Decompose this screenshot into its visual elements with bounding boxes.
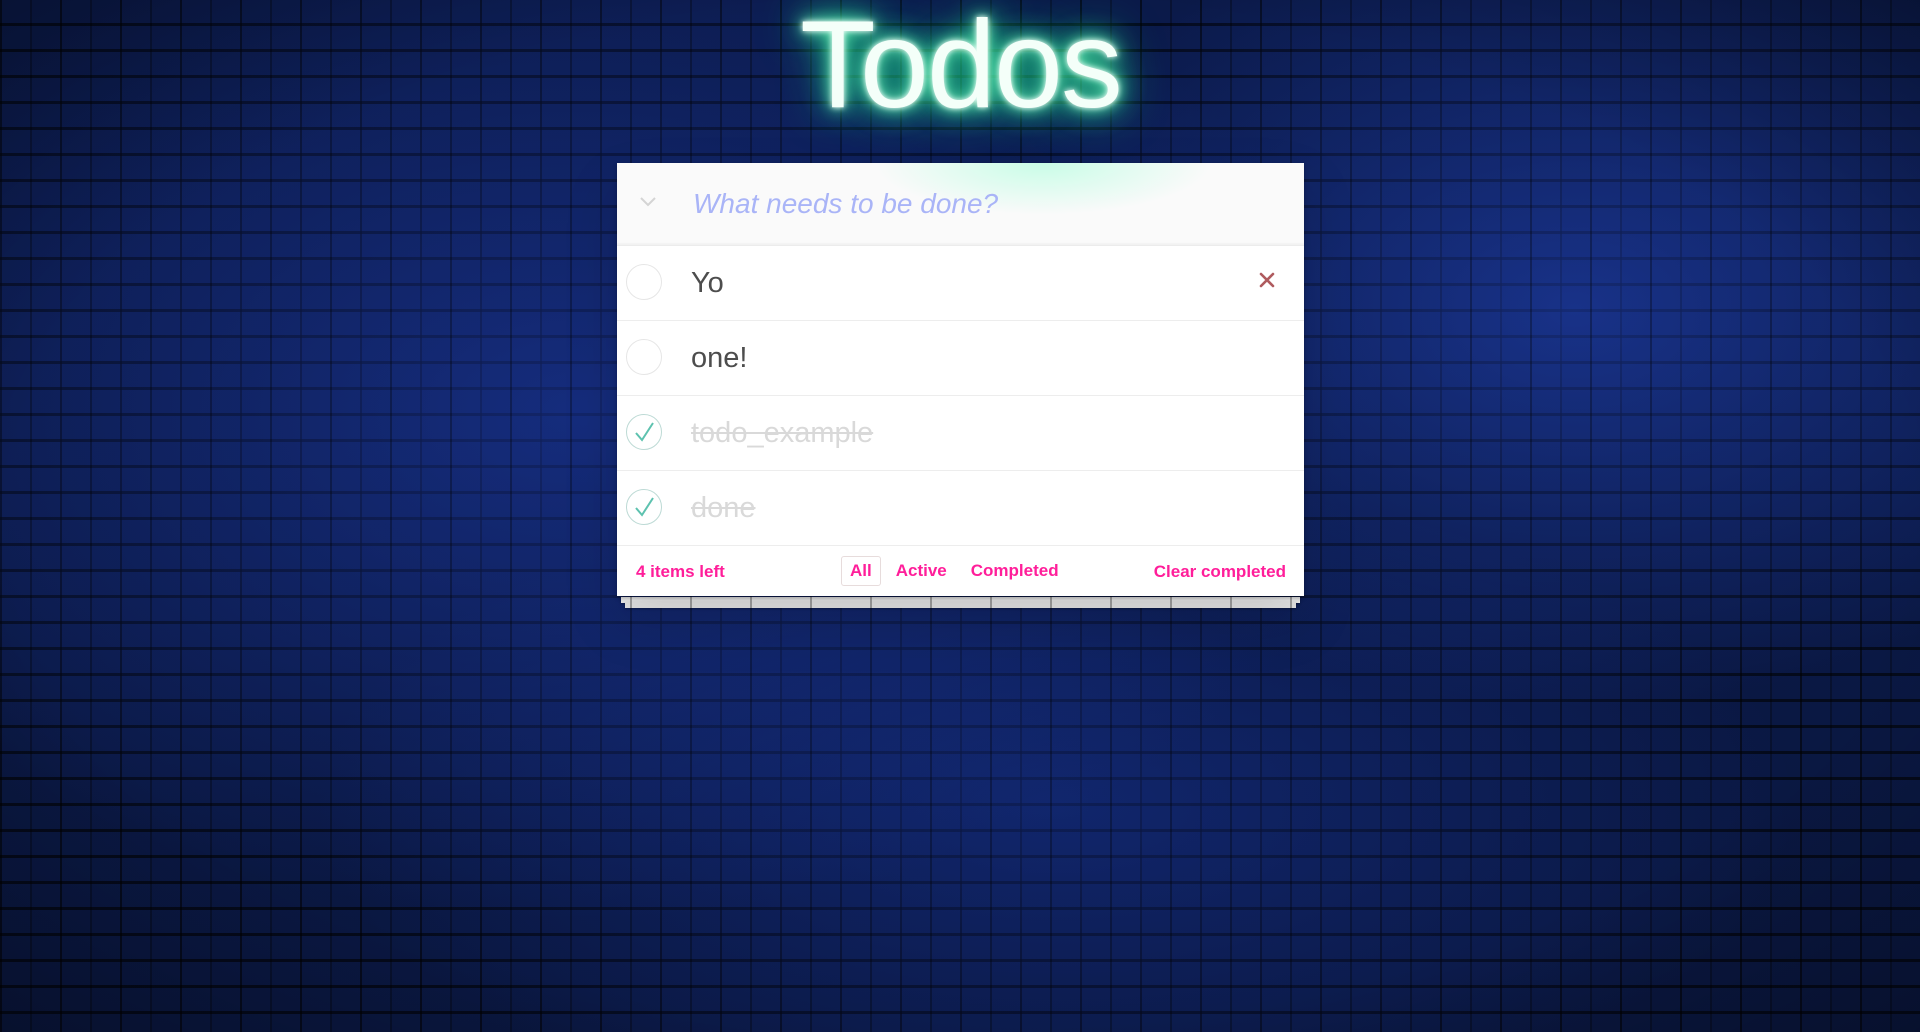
- checkmark-icon: [635, 497, 654, 517]
- todo-footer: 4 items left All Active Completed Clear …: [617, 546, 1304, 596]
- todo-label: one!: [691, 342, 748, 374]
- items-left-count: 4 items left: [636, 562, 725, 581]
- todo-list: Yo one! todo_example done: [617, 246, 1304, 546]
- filter-active[interactable]: Active: [887, 556, 956, 586]
- todo-checkbox-checked[interactable]: [626, 414, 662, 450]
- checkmark-icon: [635, 422, 654, 442]
- todo-label: done: [691, 492, 756, 524]
- todo-app: Todos Yo one! t: [617, 0, 1304, 608]
- chevron-down-icon[interactable]: [631, 185, 665, 219]
- todo-item[interactable]: Yo: [617, 246, 1304, 321]
- app-title: Todos: [800, 0, 1123, 134]
- filter-all[interactable]: All: [841, 556, 881, 586]
- new-todo-input[interactable]: [691, 179, 1285, 229]
- todo-label: Yo: [691, 267, 724, 299]
- todo-card: Yo one! todo_example done: [617, 163, 1304, 608]
- new-todo-row: [617, 163, 1304, 246]
- close-icon[interactable]: [1252, 265, 1282, 295]
- todo-label: todo_example: [691, 417, 874, 449]
- todo-checkbox-checked[interactable]: [626, 489, 662, 525]
- filter-completed[interactable]: Completed: [962, 556, 1068, 586]
- todo-checkbox[interactable]: [626, 264, 662, 300]
- todo-item[interactable]: done: [617, 471, 1304, 546]
- todo-item[interactable]: one!: [617, 321, 1304, 396]
- filter-tabs: All Active Completed: [841, 556, 1068, 586]
- todo-checkbox[interactable]: [626, 339, 662, 375]
- todo-item[interactable]: todo_example: [617, 396, 1304, 471]
- clear-completed-button[interactable]: Clear completed: [1154, 562, 1286, 582]
